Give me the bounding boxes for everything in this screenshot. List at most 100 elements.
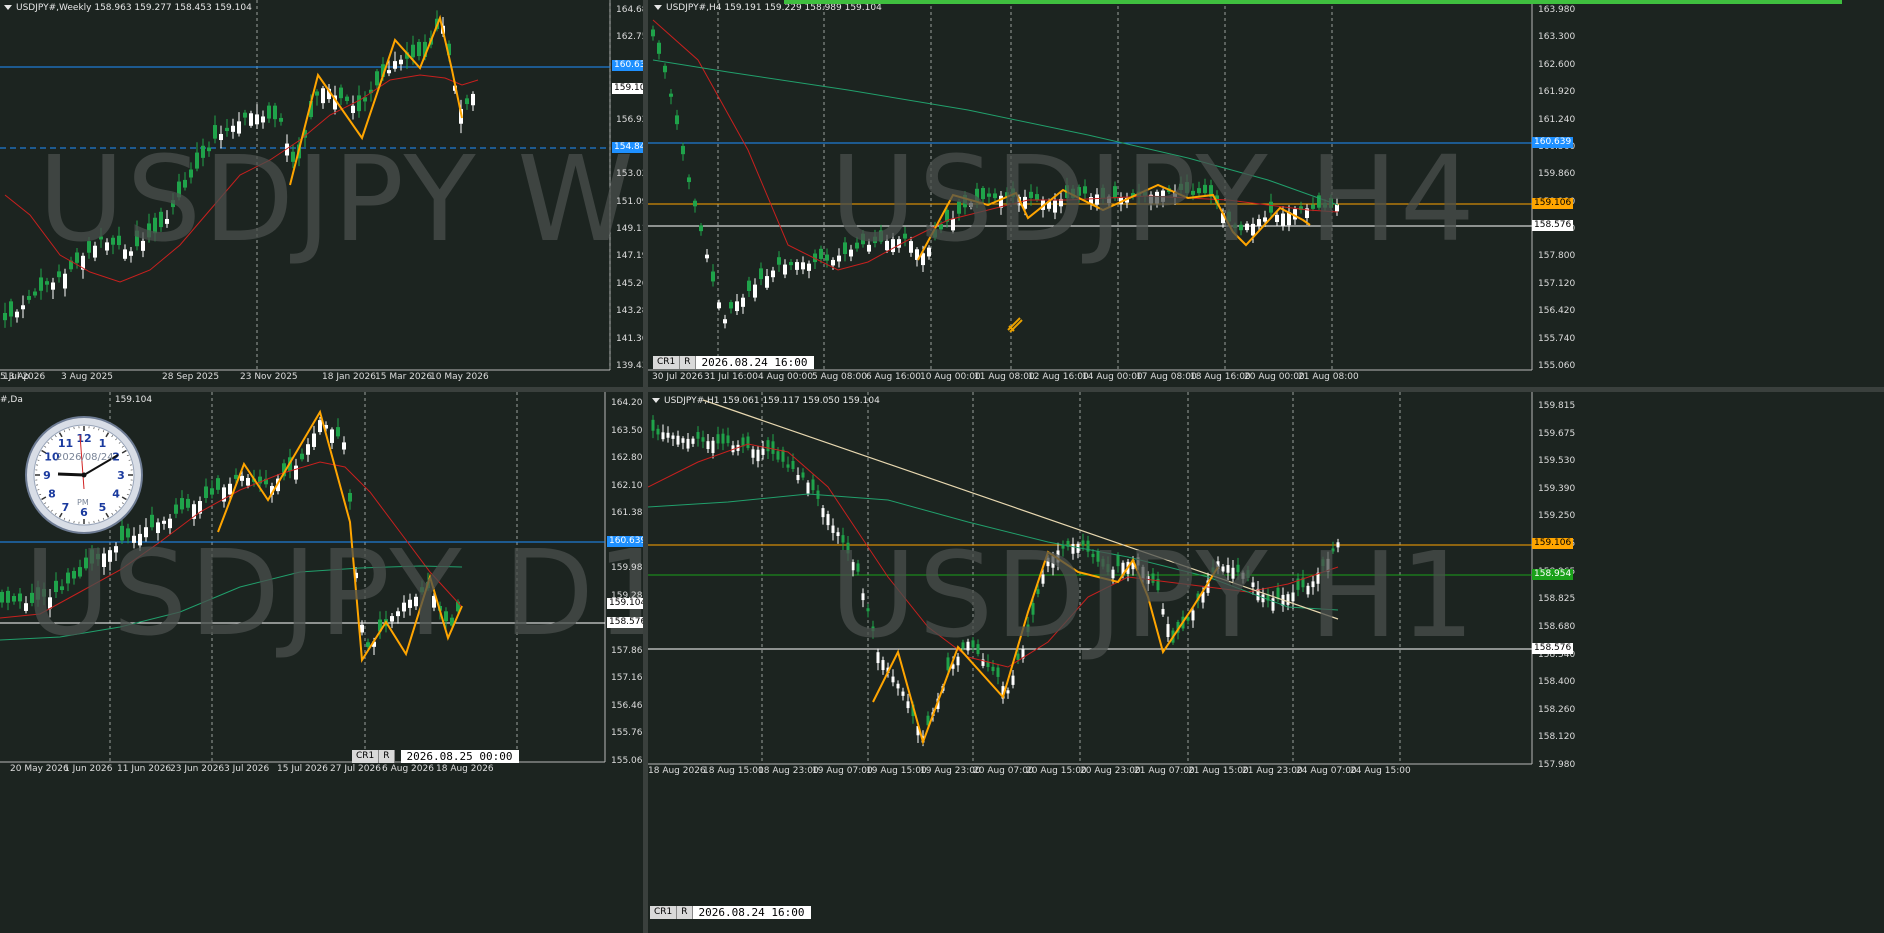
candle-body [723,319,727,324]
price-tick-label: 159.860 [1538,169,1576,180]
candle-body [21,305,25,310]
time-tick-label: 19 Aug 07:00 [812,766,873,776]
candle-body [687,177,691,183]
time-tick-label: 3 Jul 2026 [224,764,270,774]
candle-body [681,145,685,155]
price-tick-label: 159.530 [1538,456,1576,467]
r-button[interactable]: R [680,356,696,369]
level-tag-orange: 159.106 [1532,538,1574,549]
candle-body [27,296,31,300]
chart-d1-crosshair-box[interactable]: CR1 R 2026.08.25 00:00 [352,750,519,763]
candle-body [348,492,352,502]
candle-body [716,434,720,444]
candle-body [691,438,695,444]
chart-h4-crosshair-box[interactable]: CR1 R 2026.08.24 16:00 [653,356,814,369]
cr1-button[interactable]: CR1 [352,750,380,763]
candle-body [807,263,811,271]
r-button[interactable]: R [677,906,693,919]
candle-body [746,436,750,449]
price-tick-label: 158.825 [1538,594,1576,605]
chart-h1-crosshair-box[interactable]: CR1 R 2026.08.24 16:00 [650,906,811,919]
chart-h1[interactable]: USDJPY H1 USDJPY#,H1 159.061 159.117 159… [648,392,1884,933]
candle-body [345,96,349,101]
price-tick-label: 156.460 [611,700,643,711]
cr1-button[interactable]: CR1 [650,906,678,919]
time-tick-label: 21 Aug 15:00 [1188,766,1249,776]
candle-body [399,59,403,65]
candle-body [906,701,910,709]
candle-body [747,280,751,292]
time-tick-label: 18 Aug 16:00 [1190,372,1251,382]
level-tag-orange: 159.106 [1532,198,1574,209]
candle-body [771,270,775,278]
clock-numeral: 4 [112,488,120,501]
price-tick-label: 162.800 [611,453,643,464]
candle-body [651,419,655,431]
dropdown-icon[interactable] [4,5,12,10]
chart-h4-watermark: USDJPY H4 [830,130,1477,268]
candle-body [701,437,705,442]
candle-body [18,593,22,602]
analog-clock-widget[interactable]: 121234567891011 2026/08/24 PM [24,415,144,535]
candle-body [801,472,805,478]
chart-h4[interactable]: USDJPY H4 USDJPY#,H4 159.191 159.229 158… [648,0,1884,387]
time-tick-label: 6 Aug 16:00 [866,372,921,382]
time-tick-label: 20 Aug 07:00 [973,766,1034,776]
time-tick-label: 18 Aug 15:00 [703,766,764,776]
time-tick-label: 24 Aug 07:00 [1296,766,1357,776]
price-tick-label: 161.920 [1538,87,1576,98]
candle-body [717,302,721,309]
candle-body [318,420,322,433]
dropdown-icon[interactable] [654,5,662,10]
price-tick-label: 159.980 [611,563,643,574]
price-tick-label: 157.160 [611,673,643,684]
chart-h1-watermark: USDJPY H1 [830,526,1477,664]
candle-body [267,105,271,119]
chart-w1[interactable]: USDJPY W1 USDJPY#,Weekly 158.963 159.277… [0,0,643,387]
current-price-tag: 159.104 [607,598,643,609]
candle-body [57,271,61,278]
candle-body [696,432,700,439]
candle-body [387,70,391,74]
candle-body [783,264,787,275]
candle-body [312,433,316,447]
price-tick-label: 161.240 [1538,114,1576,125]
price-tick-label: 159.250 [1538,511,1576,522]
candle-body [51,282,55,290]
candle-body [261,116,265,123]
price-tick-label: 156.925 [616,114,643,125]
candle-body [249,113,253,126]
time-tick-label: 20 Aug 23:00 [1080,766,1141,776]
r-button[interactable]: R [379,750,395,763]
candle-body [306,444,310,455]
candle-body [706,441,710,450]
chart-h4-header: USDJPY#,H4 159.191 159.229 158.989 159.1… [654,3,882,13]
pen-tool-icon[interactable] [1006,316,1024,334]
time-tick-label: 21 Aug 07:00 [1134,766,1195,776]
cr1-button[interactable]: CR1 [653,356,681,369]
time-tick-label: 11 Aug 08:00 [974,372,1035,382]
dropdown-icon[interactable] [652,398,660,403]
candle-body [656,428,660,435]
level-tag-white: 158.576 [607,617,643,628]
candle-body [795,262,799,270]
candle-body [357,95,361,112]
pane-divider-vertical[interactable] [643,0,648,933]
price-tick-label: 157.120 [1538,278,1576,289]
clock-ampm: PM [77,498,89,507]
time-tick-label: 5 Jul 2026 [0,372,46,382]
pane-divider-horizontal[interactable] [0,387,1884,392]
candle-body [393,61,397,69]
candle-body [216,478,220,490]
price-tick-label: 158.260 [1538,704,1576,715]
candle-body [243,112,247,118]
price-tick-label: 163.300 [1538,32,1576,43]
price-tick-label: 162.755 [616,32,643,43]
candle-body [766,440,770,452]
candle-body [761,448,765,455]
time-tick-label: 21 Aug 23:00 [1242,766,1303,776]
candle-body [686,438,690,449]
price-tick-label: 163.980 [1538,5,1576,15]
price-tick-label: 155.760 [611,728,643,739]
candle-body [321,88,325,104]
